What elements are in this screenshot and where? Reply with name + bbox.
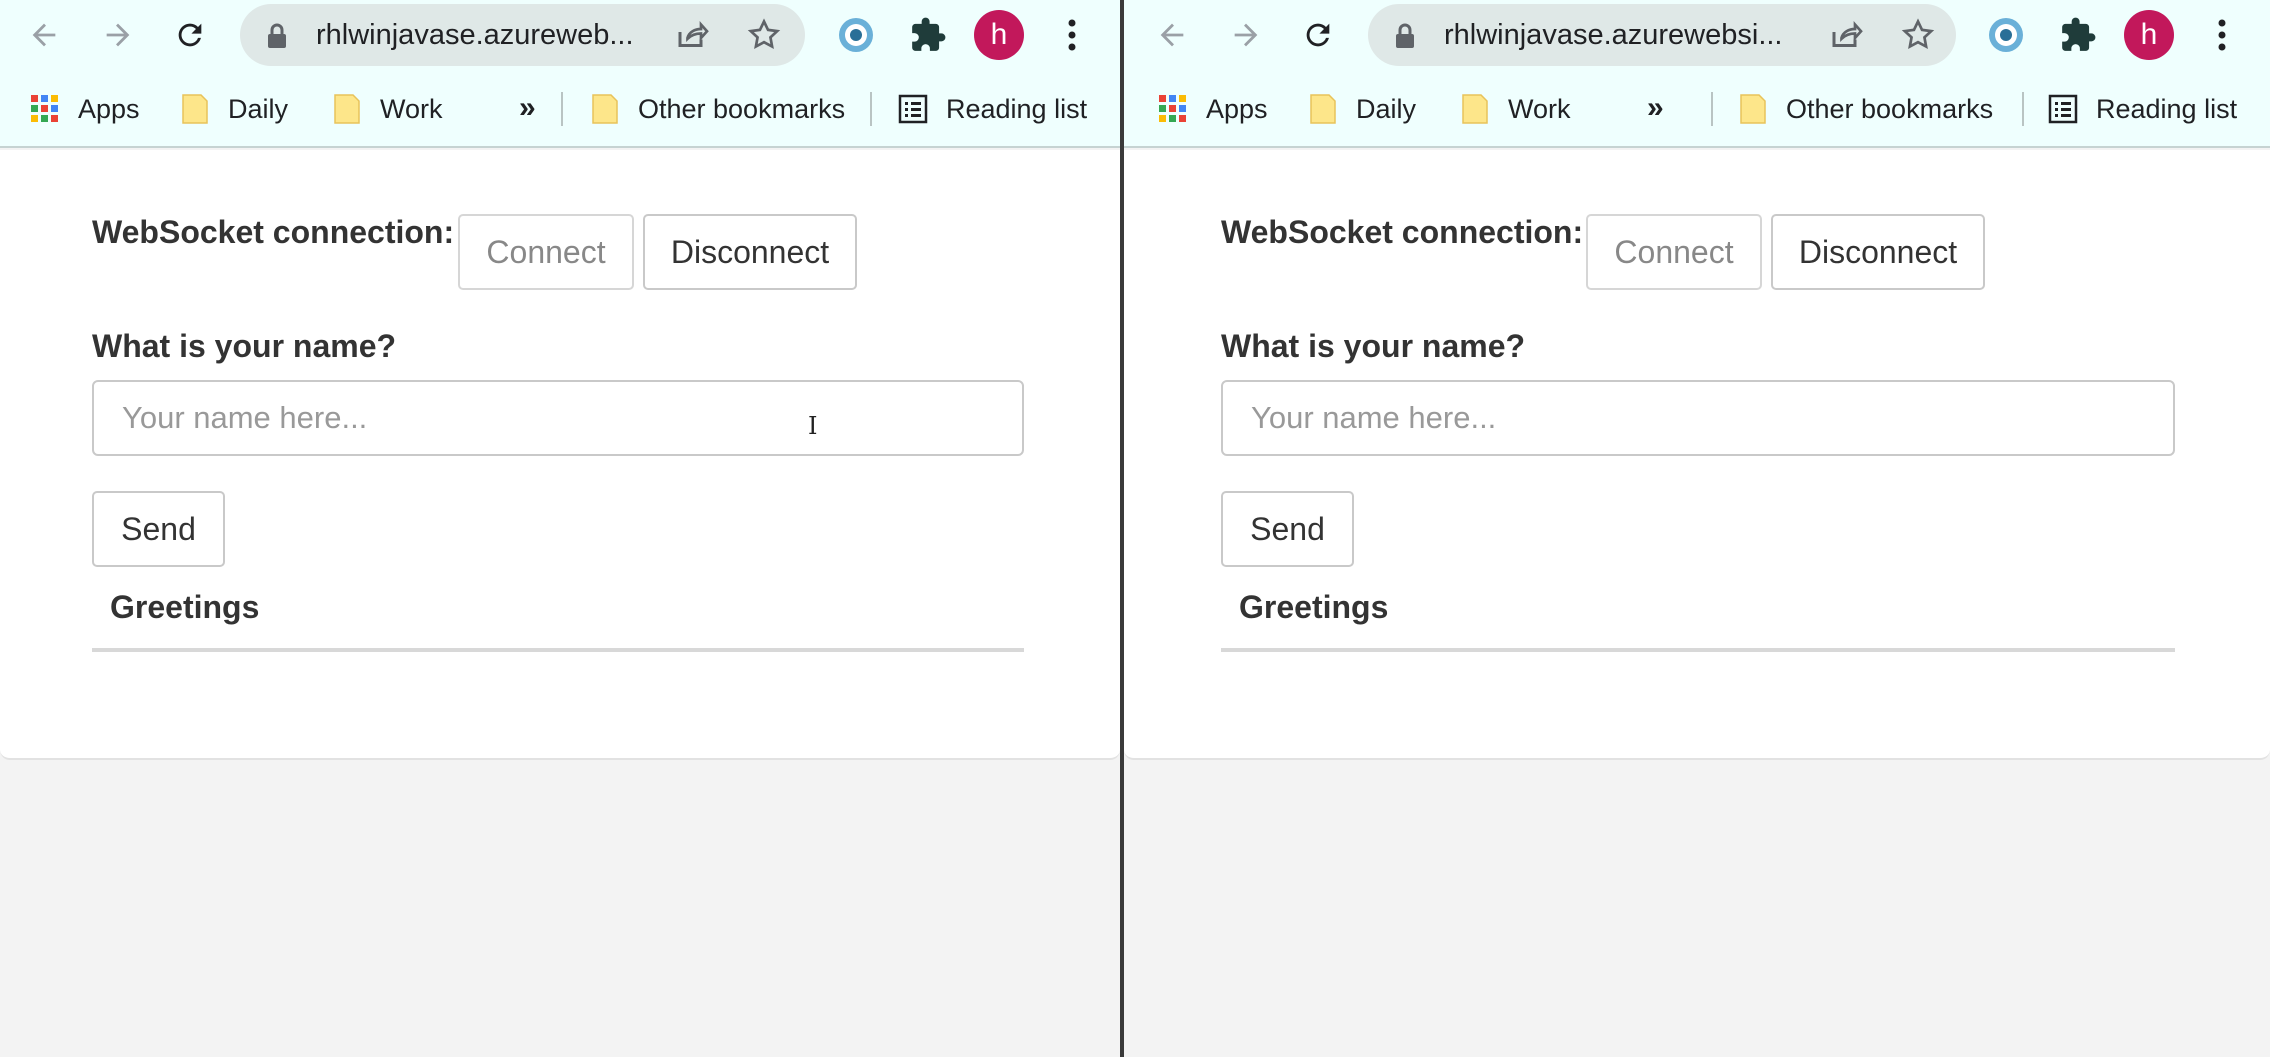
folder-icon	[334, 94, 360, 124]
websocket-connection-label: WebSocket connection:	[1221, 214, 1584, 250]
profile-avatar[interactable]: h	[2124, 10, 2174, 60]
bookmarks-separator	[2022, 92, 2024, 126]
apps-grid-icon	[1159, 95, 1186, 122]
websocket-connection-label: WebSocket connection:	[92, 214, 455, 250]
browser-toolbar: rhlwinjavase.azurewebsi... h	[1124, 0, 2270, 70]
star-icon[interactable]	[746, 17, 782, 53]
text-cursor-icon: I	[808, 412, 818, 440]
bookmarks-overflow-chevron[interactable]: »	[1647, 70, 1664, 148]
extensions-puzzle-icon[interactable]	[908, 15, 948, 55]
bookmark-other-label: Other bookmarks	[638, 93, 846, 124]
address-bar[interactable]: rhlwinjavase.azureweb...	[240, 4, 805, 66]
connect-button[interactable]: Connect	[1586, 214, 1762, 290]
greetings-header: Greetings	[110, 589, 260, 625]
forward-button[interactable]	[1222, 11, 1270, 59]
profile-avatar[interactable]: h	[974, 10, 1024, 60]
websocket-row: WebSocket connection:	[1221, 214, 1583, 251]
reload-icon	[178, 23, 202, 47]
back-button[interactable]	[1148, 11, 1196, 59]
arrow-left-icon	[1160, 23, 1184, 47]
bookmarks-overflow-chevron[interactable]: »	[519, 70, 536, 148]
disconnect-button[interactable]: Disconnect	[643, 214, 857, 290]
reading-list-label: Reading list	[2096, 93, 2238, 124]
bookmark-other[interactable]: Other bookmarks	[590, 70, 845, 148]
share-icon[interactable]	[1828, 17, 1864, 53]
reading-list-button[interactable]: Reading list	[898, 70, 1087, 148]
folder-icon	[592, 94, 618, 124]
bookmark-daily[interactable]: Daily	[180, 70, 288, 148]
reading-list-button[interactable]: Reading list	[2048, 70, 2237, 148]
lock-icon	[1396, 23, 1414, 48]
bookmarks-bar: Apps Daily Work » Other bookmarks Readin…	[1124, 70, 2270, 148]
name-label: What is your name?	[1221, 328, 1526, 364]
disconnect-button[interactable]: Disconnect	[1771, 214, 1985, 290]
bookmark-other[interactable]: Other bookmarks	[1738, 70, 1993, 148]
bookmarks-separator	[1711, 92, 1713, 126]
bookmarks-separator	[870, 92, 872, 126]
back-button[interactable]	[20, 11, 68, 59]
bookmark-work[interactable]: Work	[332, 70, 443, 148]
send-button[interactable]: Send	[92, 491, 225, 567]
websocket-row: WebSocket connection:	[92, 214, 454, 251]
extension-eye-icon[interactable]	[1986, 15, 2026, 55]
bookmark-daily[interactable]: Daily	[1308, 70, 1416, 148]
folder-icon	[182, 94, 208, 124]
address-bar[interactable]: rhlwinjavase.azurewebsi...	[1368, 4, 1956, 66]
bookmark-apps[interactable]: Apps	[30, 70, 140, 148]
screen: rhlwinjavase.azureweb... h Apps Daily Wo…	[0, 0, 2270, 1057]
browser-window-left: rhlwinjavase.azureweb... h Apps Daily Wo…	[0, 0, 1120, 1057]
extensions-puzzle-icon[interactable]	[2058, 15, 2098, 55]
bookmark-daily-label: Daily	[228, 93, 289, 124]
kebab-menu-icon[interactable]	[2202, 15, 2242, 55]
forward-button[interactable]	[94, 11, 142, 59]
bookmark-work-label: Work	[380, 93, 443, 124]
greetings-divider	[92, 648, 1024, 652]
greetings-header: Greetings	[1239, 589, 1389, 625]
bookmark-work-label: Work	[1508, 93, 1571, 124]
apps-grid-icon	[31, 95, 58, 122]
arrow-left-icon	[32, 23, 56, 47]
greetings-divider	[1221, 648, 2175, 652]
bookmark-other-label: Other bookmarks	[1786, 93, 1994, 124]
star-icon[interactable]	[1900, 17, 1936, 53]
connect-button[interactable]: Connect	[458, 214, 634, 290]
reload-button[interactable]	[1294, 11, 1342, 59]
bookmark-apps[interactable]: Apps	[1158, 70, 1268, 148]
browser-window-right: rhlwinjavase.azurewebsi... h Apps Daily …	[1124, 0, 2270, 1057]
lock-icon	[268, 23, 286, 48]
reload-button[interactable]	[166, 11, 214, 59]
folder-icon	[1310, 94, 1336, 124]
url-text: rhlwinjavase.azurewebsi...	[1444, 19, 1783, 51]
reading-list-icon	[898, 94, 928, 124]
arrow-right-icon	[1234, 23, 1258, 47]
arrow-right-icon	[106, 23, 130, 47]
name-input[interactable]	[92, 380, 1024, 456]
send-button[interactable]: Send	[1221, 491, 1354, 567]
kebab-menu-icon[interactable]	[1052, 15, 1092, 55]
bookmark-daily-label: Daily	[1356, 93, 1417, 124]
browser-toolbar: rhlwinjavase.azureweb... h	[0, 0, 1120, 70]
name-input[interactable]	[1221, 380, 2175, 456]
folder-icon	[1462, 94, 1488, 124]
bookmarks-separator	[561, 92, 563, 126]
extension-eye-icon[interactable]	[836, 15, 876, 55]
bookmark-apps-label: Apps	[1206, 93, 1268, 124]
reading-list-icon	[2048, 94, 2078, 124]
reload-icon	[1306, 23, 1330, 47]
share-icon[interactable]	[674, 17, 710, 53]
bookmark-apps-label: Apps	[78, 93, 140, 124]
name-label: What is your name?	[92, 328, 397, 364]
bookmark-work[interactable]: Work	[1460, 70, 1571, 148]
bookmarks-bar: Apps Daily Work » Other bookmarks Readin…	[0, 70, 1120, 148]
reading-list-label: Reading list	[946, 93, 1088, 124]
folder-icon	[1740, 94, 1766, 124]
url-text: rhlwinjavase.azureweb...	[316, 19, 634, 51]
